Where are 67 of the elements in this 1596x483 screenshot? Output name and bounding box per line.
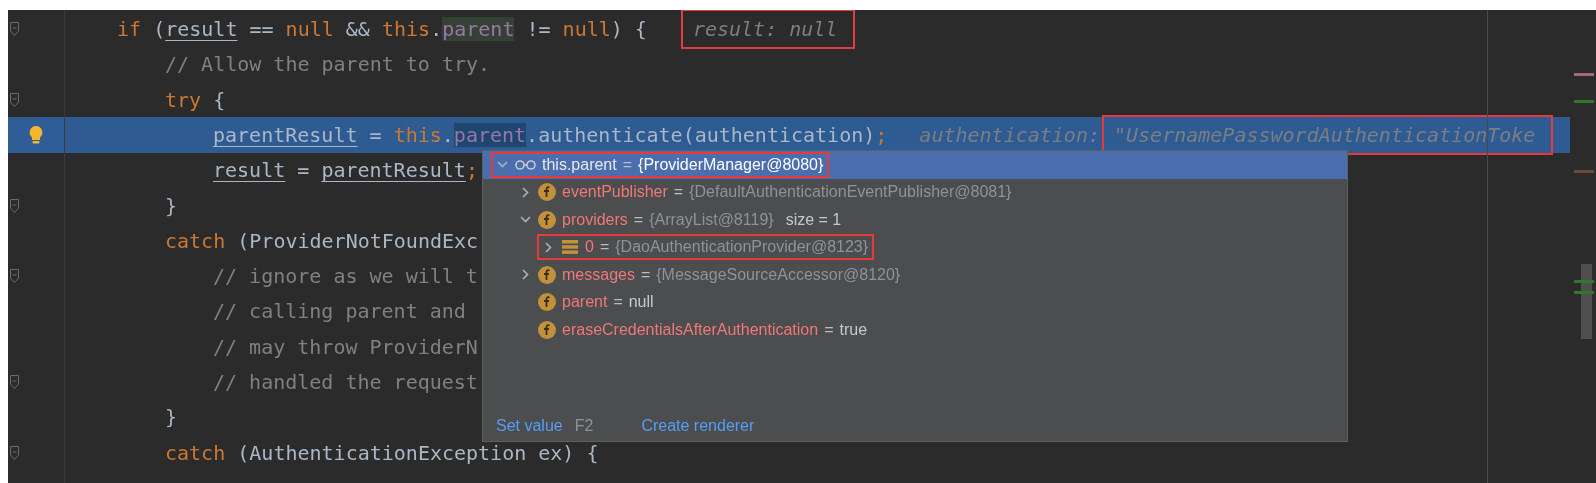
equals-sign: = [613,293,623,312]
variable-name: 0 [585,238,594,257]
fold-marker-icon[interactable] [10,198,19,213]
variable-name: providers [562,210,628,229]
collapse-chevron-icon[interactable] [496,161,508,169]
field-icon [538,183,556,202]
scrollbar-thumb[interactable] [1581,264,1592,339]
equals-sign: = [633,210,644,229]
field-icon [538,320,556,339]
field-icon [538,293,556,312]
expand-chevron-icon[interactable] [521,186,529,198]
variable-row[interactable]: parent = null [483,288,1347,316]
popup-action-link[interactable]: Set value [496,417,563,435]
code-line: result = parentResult; [213,158,478,183]
variable-row[interactable]: messages = {MessageSourceAccessor@8120} [483,261,1347,289]
variable-name: this.parent [542,155,617,174]
code-line: if (result == null && this.parent != null) { [117,17,647,42]
popup-action-link[interactable]: Create renderer [641,417,755,435]
code-line: try { [165,87,226,112]
equals-sign: = [622,155,633,174]
code-line: } [165,193,178,218]
glasses-icon [515,159,536,170]
code-line: // handled the request [213,370,478,394]
array-element-icon [561,239,579,256]
field-icon [538,265,556,284]
variable-row[interactable]: this.parent = {ProviderManager@8080} [483,151,1347,179]
fold-marker-icon[interactable] [10,375,19,389]
variable-name: messages [562,265,635,284]
variable-row[interactable]: eventPublisher = {DefaultAuthenticationEventPublisher@8081} [483,178,1347,206]
variable-name: parent [562,293,608,312]
code-line: catch (ProviderNotFoundExc [165,228,479,253]
code-line: // ignore as we will t [213,264,478,289]
expand-chevron-icon[interactable] [521,269,529,281]
equals-sign: = [824,320,834,339]
variable-row[interactable]: providers = {ArrayList@8119} size = 1 [483,206,1347,234]
lightbulb-icon[interactable] [28,124,44,145]
equals-sign: = [599,238,610,257]
variable-value: true [839,320,868,339]
expand-chevron-icon[interactable] [544,241,552,253]
variable-name: eraseCredentialsAfterAuthentication [562,320,819,339]
code-line: // Allow the parent to try. [165,52,491,77]
collapse-chevron-icon[interactable] [519,216,531,224]
fold-marker-icon[interactable] [10,92,19,107]
variable-value: {DaoAuthenticationProvider@8123} [615,238,869,257]
field-icon [538,210,556,229]
variable-value: {ProviderManager@8080} [638,155,824,174]
shortcut-label: F2 [574,417,594,435]
equals-sign: = [640,265,651,284]
code-line: // calling parent and [213,299,466,324]
variable-value: null [628,293,654,312]
annotated-hint: result: null [680,10,856,50]
variable-value: {DefaultAuthenticationEventPublisher@8081} [689,183,1012,202]
size-label: size = 1 [785,210,842,229]
code-line: } [165,405,178,430]
fold-marker-icon[interactable] [10,22,19,37]
variable-name: eventPublisher [562,183,668,202]
variable-value: {MessageSourceAccessor@8120} [656,265,901,284]
code-line: parentResult = this.parent.authenticate(authentication); [213,122,888,147]
fold-marker-icon[interactable] [10,445,19,460]
variable-row[interactable]: 0 = {DaoAuthenticationProvider@8123} [483,233,1347,261]
code-line: // may throw ProviderN [213,334,478,359]
variable-value: {ArrayList@8119} [649,210,774,229]
fold-marker-icon[interactable] [10,269,19,284]
inline-hint: authentication: [919,122,1100,147]
variable-row[interactable]: eraseCredentialsAfterAuthentication = true [483,316,1347,344]
equals-sign: = [673,183,684,202]
code-line: catch (AuthenticationException ex) { [165,440,599,465]
